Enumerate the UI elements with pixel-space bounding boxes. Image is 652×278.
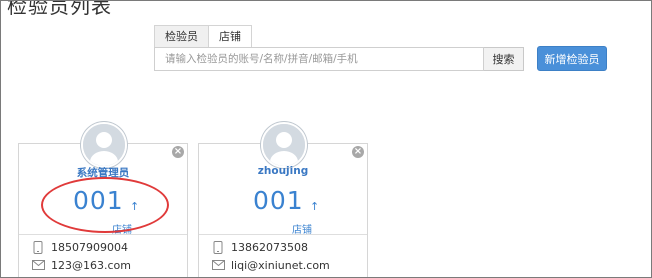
inspector-name[interactable]: zhoujing: [199, 165, 367, 177]
inspector-name[interactable]: 系统管理员: [19, 165, 187, 180]
email-address: 123@163.com: [51, 258, 131, 272]
search-button[interactable]: 搜索: [484, 47, 524, 71]
close-icon[interactable]: ×: [172, 146, 184, 158]
search-bar: 搜索: [154, 47, 524, 71]
up-arrow-icon: ↑: [130, 200, 140, 213]
email-row: 123@163.com: [31, 257, 131, 273]
phone-row: 18507909004: [31, 239, 128, 255]
app-frame: 检验员列表 检验员 店铺 搜索 新增检验员 × 系统管理员 001 ↑ 店铺: [0, 0, 652, 278]
page-title: 检验员列表: [7, 0, 112, 18]
phone-icon: [31, 240, 45, 254]
tab-inspector[interactable]: 检验员: [154, 25, 209, 47]
email-row: liqi@xiniunet.com: [211, 257, 330, 273]
add-inspector-button[interactable]: 新增检验员: [537, 46, 607, 71]
shop-count[interactable]: 001: [253, 186, 304, 215]
envelope-icon: [211, 258, 225, 272]
phone-icon: [211, 240, 225, 254]
tab-shop[interactable]: 店铺: [208, 25, 252, 48]
shop-count[interactable]: 001: [73, 186, 124, 215]
contact-info: 13862073508 liqi@xiniunet.com: [199, 234, 367, 277]
search-input[interactable]: [154, 47, 484, 71]
contact-info: 18507909004 123@163.com: [19, 234, 187, 277]
email-address: liqi@xiniunet.com: [231, 258, 330, 272]
avatar-icon: [81, 122, 127, 168]
inspector-card[interactable]: × 系统管理员 001 ↑ 店铺 18507909004 123@163.com: [18, 122, 188, 277]
envelope-icon: [31, 258, 45, 272]
close-icon[interactable]: ×: [352, 146, 364, 158]
phone-number: 18507909004: [51, 240, 128, 254]
phone-row: 13862073508: [211, 239, 308, 255]
tab-bar: 检验员 店铺: [154, 25, 252, 48]
up-arrow-icon: ↑: [310, 200, 320, 213]
inspector-card[interactable]: × zhoujing 001 ↑ 店铺 13862073508 liqi@xin…: [198, 122, 368, 277]
phone-number: 13862073508: [231, 240, 308, 254]
avatar-icon: [261, 122, 307, 168]
